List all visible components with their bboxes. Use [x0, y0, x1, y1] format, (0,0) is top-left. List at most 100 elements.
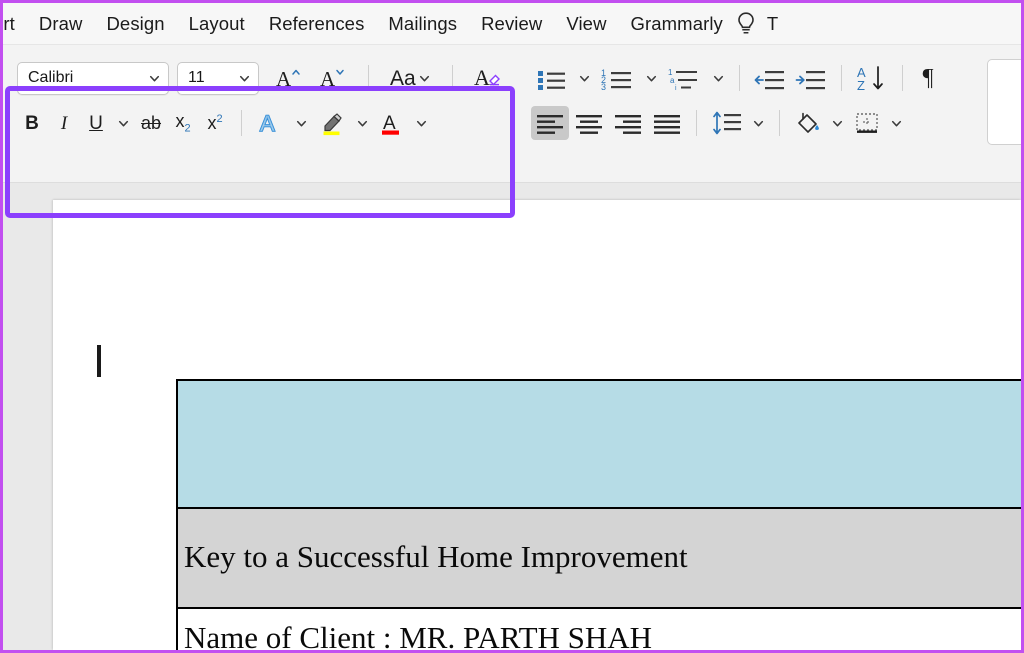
shading-paint-bucket-icon[interactable]	[794, 110, 822, 136]
decrease-indent-icon[interactable]	[754, 65, 786, 91]
table-cell-banner[interactable]	[176, 379, 1021, 509]
grow-font-button[interactable]: A	[271, 61, 307, 95]
superscript-button[interactable]: x2	[200, 106, 230, 140]
justify-icon[interactable]	[652, 111, 682, 135]
chevron-down-icon[interactable]	[415, 117, 428, 130]
shading-button[interactable]	[790, 106, 826, 140]
style-card-normal[interactable]	[987, 59, 1021, 145]
font-color-dropdown[interactable]	[411, 106, 432, 140]
chevron-down-icon[interactable]	[238, 72, 251, 85]
ribbon-tab-references[interactable]: References	[257, 3, 377, 45]
font-color-button[interactable]: A	[375, 106, 409, 140]
borders-button[interactable]	[849, 106, 885, 140]
justify-button[interactable]	[648, 106, 686, 140]
ribbon-tab-insert[interactable]: ert	[3, 3, 27, 45]
shrink-font-button[interactable]: A	[315, 61, 351, 95]
bulleted-list-button[interactable]	[531, 61, 573, 95]
chevron-down-icon[interactable]	[890, 117, 903, 130]
text-effects-icon[interactable]: A A	[257, 110, 285, 136]
line-spacing-icon[interactable]	[711, 110, 743, 136]
italic-icon[interactable]: I	[61, 114, 67, 133]
borders-dropdown[interactable]	[886, 106, 907, 140]
font-size-combobox[interactable]: 11	[177, 61, 259, 95]
chevron-down-icon[interactable]	[356, 117, 369, 130]
show-formatting-marks-button[interactable]: ¶	[913, 61, 943, 95]
bold-icon[interactable]: B	[25, 114, 39, 133]
font-color-icon[interactable]: A	[379, 110, 405, 136]
line-spacing-dropdown[interactable]	[748, 106, 769, 140]
tell-me-label[interactable]: T	[767, 13, 778, 35]
chevron-down-icon[interactable]	[752, 117, 765, 130]
multilevel-list-button[interactable]: 1 a i	[663, 61, 707, 95]
clear-formatting-button[interactable]: A	[470, 61, 508, 95]
change-case-icon[interactable]: Aa	[390, 68, 416, 89]
numbered-list-icon[interactable]: 1 2 3	[600, 65, 636, 91]
ribbon-tab-design[interactable]: Design	[94, 3, 176, 45]
shrink-font-icon[interactable]: A	[319, 65, 347, 91]
ribbon-tab-view[interactable]: View	[554, 3, 618, 45]
tell-me-group[interactable]: T	[729, 11, 778, 37]
chevron-down-icon[interactable]	[418, 72, 431, 85]
clear-formatting-icon[interactable]: A	[474, 65, 504, 91]
pilcrow-icon[interactable]: ¶	[923, 65, 934, 92]
line-spacing-button[interactable]	[707, 106, 747, 140]
chevron-down-icon[interactable]	[831, 117, 844, 130]
sort-az-icon[interactable]: A Z	[856, 64, 888, 92]
chevron-down-icon[interactable]	[148, 72, 161, 85]
strikethrough-button[interactable]: ab	[136, 106, 166, 140]
align-left-button[interactable]	[531, 106, 569, 140]
align-center-button[interactable]	[570, 106, 608, 140]
align-right-button[interactable]	[609, 106, 647, 140]
document-table[interactable]: Key to a Successful Home Improvement Nam…	[176, 379, 1021, 650]
chevron-down-icon[interactable]	[712, 72, 725, 85]
strikethrough-icon[interactable]: ab	[141, 114, 161, 132]
ribbon-tab-draw[interactable]: Draw	[27, 3, 95, 45]
change-case-button[interactable]: Aa	[386, 61, 435, 95]
multilevel-list-icon[interactable]: 1 a i	[667, 65, 703, 91]
chevron-down-icon[interactable]	[645, 72, 658, 85]
table-row[interactable]: Name of Client : MR. PARTH SHAH	[176, 607, 1021, 650]
chevron-down-icon[interactable]	[578, 72, 591, 85]
sort-button[interactable]: A Z	[852, 61, 892, 95]
document-canvas[interactable]: Key to a Successful Home Improvement Nam…	[3, 183, 1021, 650]
ribbon-tab-grammarly[interactable]: Grammarly	[619, 3, 729, 45]
table-cell-client[interactable]: Name of Client : MR. PARTH SHAH	[176, 607, 1021, 650]
text-effects-dropdown[interactable]	[291, 106, 312, 140]
underline-button[interactable]: U	[81, 106, 111, 140]
font-name-combobox[interactable]: Calibri	[17, 61, 169, 95]
table-cell-title[interactable]: Key to a Successful Home Improvement	[176, 507, 1021, 609]
subscript-icon[interactable]: x2	[175, 112, 190, 135]
lightbulb-icon[interactable]	[735, 11, 757, 37]
underline-dropdown[interactable]	[113, 106, 134, 140]
align-left-icon[interactable]	[535, 111, 565, 135]
decrease-indent-button[interactable]	[750, 61, 790, 95]
highlight-color-icon[interactable]	[318, 110, 346, 136]
increase-indent-button[interactable]	[791, 61, 831, 95]
ribbon-tab-review[interactable]: Review	[469, 3, 554, 45]
table-row[interactable]: Key to a Successful Home Improvement	[176, 507, 1021, 609]
align-right-icon[interactable]	[613, 111, 643, 135]
underline-icon[interactable]: U	[89, 114, 103, 133]
text-highlight-dropdown[interactable]	[352, 106, 373, 140]
bulleted-list-dropdown[interactable]	[574, 61, 595, 95]
bold-button[interactable]: B	[17, 106, 47, 140]
multilevel-list-dropdown[interactable]	[708, 61, 729, 95]
grow-font-icon[interactable]: A	[275, 65, 303, 91]
superscript-icon[interactable]: x2	[207, 114, 222, 133]
chevron-down-icon[interactable]	[295, 117, 308, 130]
numbered-list-dropdown[interactable]	[641, 61, 662, 95]
bulleted-list-icon[interactable]	[535, 65, 569, 91]
borders-icon[interactable]	[853, 110, 881, 136]
chevron-down-icon[interactable]	[117, 117, 130, 130]
ribbon-tab-mailings[interactable]: Mailings	[376, 3, 469, 45]
italic-button[interactable]: I	[49, 106, 79, 140]
text-effects-button[interactable]: A A	[253, 106, 289, 140]
numbered-list-button[interactable]: 1 2 3	[596, 61, 640, 95]
increase-indent-icon[interactable]	[795, 65, 827, 91]
ribbon-tab-layout[interactable]: Layout	[177, 3, 257, 45]
shading-dropdown[interactable]	[827, 106, 848, 140]
align-center-icon[interactable]	[574, 111, 604, 135]
document-page[interactable]: Key to a Successful Home Improvement Nam…	[53, 200, 1021, 650]
table-row[interactable]	[176, 379, 1021, 509]
text-highlight-button[interactable]	[314, 106, 350, 140]
